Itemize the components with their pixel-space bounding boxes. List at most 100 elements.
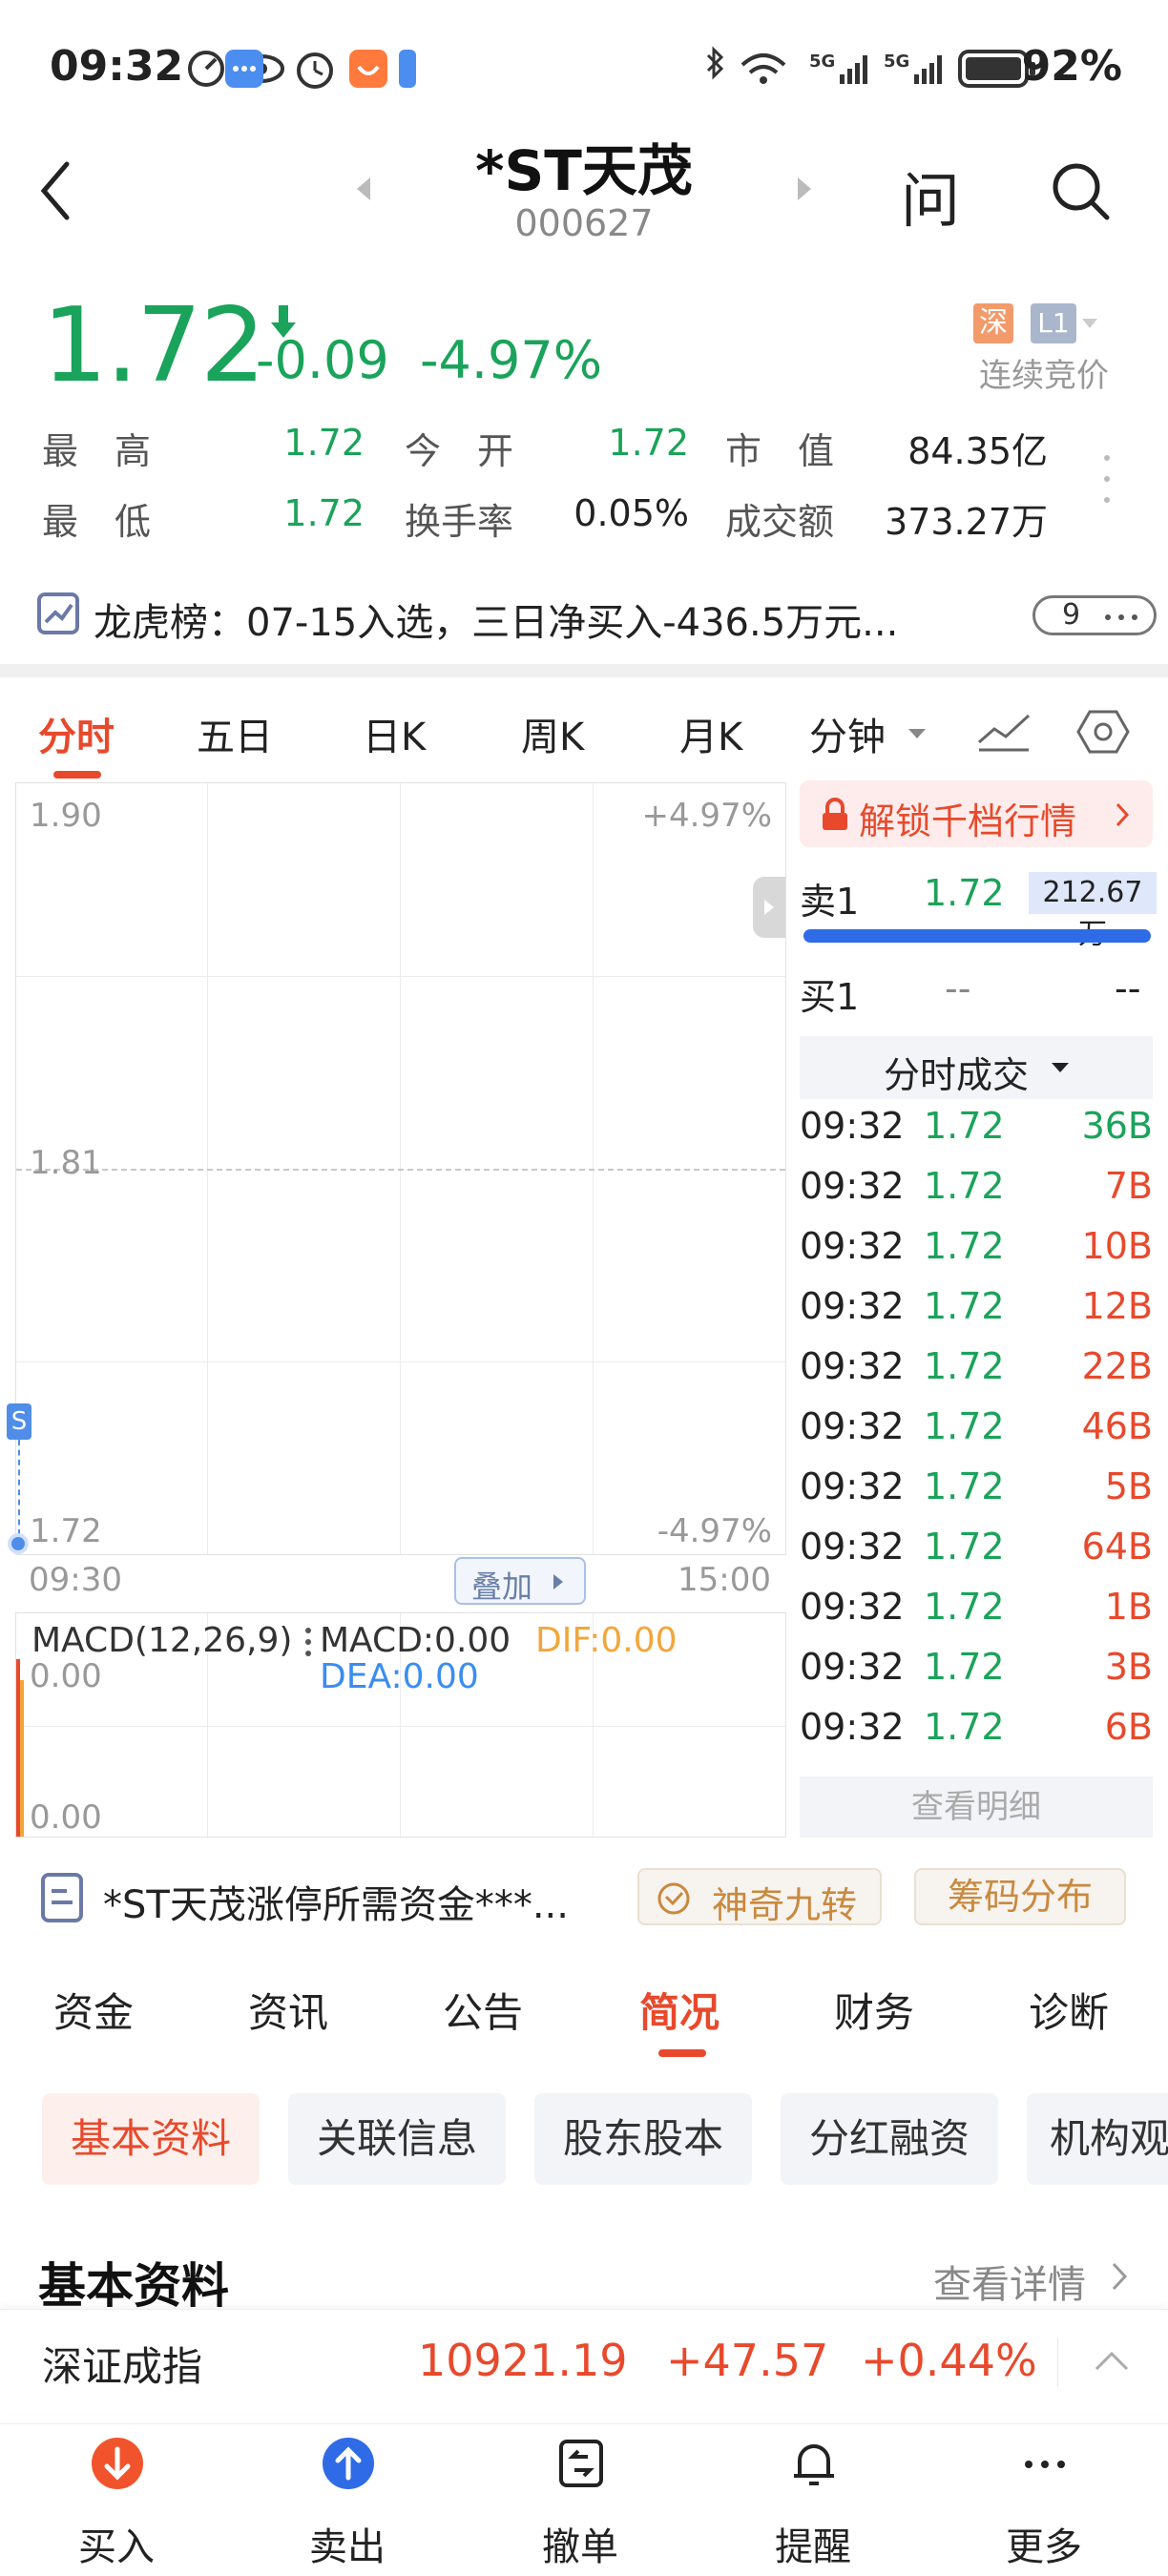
section-divider — [0, 664, 1168, 677]
nav-buy[interactable]: 买入 — [21, 2424, 212, 2576]
bottom-nav: 买入 卖出 撤单 提醒 更多 — [0, 2423, 1168, 2576]
chevron-down-icon — [908, 729, 926, 738]
dots-icon — [1105, 614, 1137, 620]
overlay-button[interactable]: 叠加 — [454, 1557, 586, 1605]
status-icons-left — [188, 50, 416, 89]
status-bar: 09:32 5G 5G 92% — [0, 0, 1168, 134]
tab-monthly-k[interactable]: 月K — [679, 706, 742, 761]
sell1-label: 卖1 — [800, 881, 860, 923]
next-stock-icon[interactable] — [796, 176, 813, 202]
document-icon — [41, 1873, 83, 1922]
index-name: 深证成指 — [42, 2343, 203, 2390]
check-circle-icon — [657, 1882, 690, 1915]
stock-name: *ST天茂 — [475, 138, 693, 203]
buy1-price: -- — [945, 967, 971, 1009]
view-details-link[interactable]: 查看详情 — [933, 2254, 1086, 2309]
lock-icon — [823, 798, 847, 830]
lhb-badge[interactable]: 9 — [1032, 595, 1157, 635]
subtab-shareholders[interactable]: 股东股本 — [534, 2093, 752, 2185]
indicator-line-icon[interactable] — [975, 708, 1032, 754]
tab-news[interactable]: 资讯 — [248, 1981, 328, 2039]
unlock-depth-button[interactable]: 解锁千档行情 — [800, 780, 1153, 847]
tab-five-day[interactable]: 五日 — [197, 706, 273, 761]
tick-row: 09:32 1.72 36B — [800, 1105, 1153, 1147]
ticks-header[interactable]: 分时成交 — [800, 1036, 1153, 1099]
subtab-dividends[interactable]: 分红融资 — [781, 2093, 998, 2185]
macd-y-top: 0.00 — [30, 1657, 102, 1695]
chevron-up-icon[interactable] — [1094, 2350, 1130, 2373]
chip-distribution-button[interactable]: 筹码分布 — [914, 1868, 1126, 1925]
tab-funds[interactable]: 资金 — [53, 1981, 134, 2039]
turnover-label: 换手率 — [405, 501, 514, 543]
expand-panel-button[interactable] — [753, 877, 785, 938]
tab-minute[interactable]: 分钟 — [809, 706, 886, 761]
tab-active-indicator — [658, 2049, 706, 2057]
ask-button[interactable]: 问 — [901, 153, 960, 239]
nav-cancel-order[interactable]: 撤单 — [485, 2424, 676, 2576]
nav-alert[interactable]: 提醒 — [718, 2424, 908, 2576]
triangle-down-icon — [1052, 1063, 1069, 1072]
pct-axis-top: +4.97% — [641, 797, 773, 835]
tab-announcements[interactable]: 公告 — [443, 1981, 523, 2039]
intraday-chart[interactable]: 1.90 +4.97% 1.81 1.72 -4.97% S — [7, 782, 786, 1555]
subtab-institutions[interactable]: 机构观 — [1027, 2093, 1168, 2185]
svg-text:5G: 5G — [884, 52, 909, 72]
price-dot — [8, 1533, 29, 1554]
x-axis-end: 15:00 — [678, 1561, 771, 1599]
sell-volume-bar — [803, 929, 1151, 943]
news-text[interactable]: *ST天茂涨停所需资金***... — [103, 1874, 569, 1929]
tick-row: 09:32 1.72 12B — [800, 1285, 1153, 1327]
sell1-volume: 212.67万 — [1029, 872, 1157, 951]
price-change: -0.09 — [256, 330, 389, 390]
level-tag[interactable]: L1 — [1031, 303, 1076, 343]
ticks-list: 09:32 1.72 36B 09:32 1.72 7B 09:32 1.72 … — [800, 1105, 1153, 1748]
macd-chart[interactable]: MACD(12,26,9) MACD:0.00 DIF:0.00 DEA:0.0… — [15, 1612, 786, 1838]
tab-daily-k[interactable]: 日K — [363, 706, 426, 761]
chat-app-icon — [225, 50, 263, 88]
settings-hex-icon[interactable] — [1076, 708, 1130, 756]
dif-value: DIF:0.00 — [535, 1621, 678, 1660]
triangle-right-icon — [553, 1574, 563, 1589]
current-price: 1.72 — [42, 286, 265, 405]
buy1-label: 买1 — [800, 976, 860, 1018]
tick-row: 09:32 1.72 6B — [800, 1706, 1153, 1748]
more-dots-icon[interactable] — [1099, 452, 1115, 506]
magic-nine-button[interactable]: 神奇九转 — [637, 1868, 882, 1926]
tab-profile[interactable]: 简况 — [639, 1981, 720, 2039]
bell-icon — [794, 2444, 834, 2485]
macd-menu-icon[interactable] — [304, 1627, 312, 1657]
index-bar[interactable]: 深证成指 10921.19 +47.57 +0.44% — [0, 2309, 1168, 2414]
buy-icon — [92, 2438, 143, 2489]
index-change: +47.57 — [666, 2335, 829, 2386]
buy1-volume: -- — [1115, 967, 1141, 1009]
amount-label: 成交额 — [725, 501, 835, 543]
nav-more[interactable]: 更多 — [949, 2424, 1139, 2576]
y-axis-top: 1.90 — [30, 797, 102, 835]
price-change-pct: -4.97% — [420, 330, 603, 390]
high-value: 1.72 — [283, 422, 365, 464]
basic-info-title: 基本资料 — [38, 2258, 229, 2314]
tab-diagnosis[interactable]: 诊断 — [1029, 1981, 1109, 2039]
turnover-value: 0.05% — [574, 492, 689, 534]
prev-close-line — [16, 1169, 785, 1171]
stock-code: 000627 — [514, 202, 654, 244]
subtab-basic-info[interactable]: 基本资料 — [42, 2093, 260, 2185]
tab-intraday[interactable]: 分时 — [38, 706, 115, 761]
open-value: 1.72 — [608, 422, 689, 464]
macd-title: MACD(12,26,9) — [31, 1621, 293, 1660]
sell-marker[interactable]: S — [7, 1403, 31, 1440]
view-detail-button[interactable]: 查看明细 — [800, 1776, 1153, 1838]
trading-status: 连续竞价 — [979, 357, 1109, 395]
tab-weekly-k[interactable]: 周K — [521, 706, 584, 761]
cancel-order-icon — [559, 2440, 603, 2487]
tab-finance[interactable]: 财务 — [834, 1981, 914, 2039]
macd-y-bottom: 0.00 — [30, 1798, 102, 1837]
status-time: 09:32 — [50, 42, 184, 91]
nav-sell[interactable]: 卖出 — [252, 2424, 443, 2576]
search-icon[interactable] — [1050, 160, 1111, 221]
y-axis-mid: 1.81 — [30, 1144, 102, 1182]
lhb-text[interactable]: 龙虎榜：07-15入选，三日净买入-436.5万元... — [94, 592, 898, 647]
subtab-related-info[interactable]: 关联信息 — [288, 2093, 506, 2185]
chevron-right-icon[interactable] — [1111, 2261, 1128, 2292]
mcap-label: 市 值 — [725, 430, 835, 472]
